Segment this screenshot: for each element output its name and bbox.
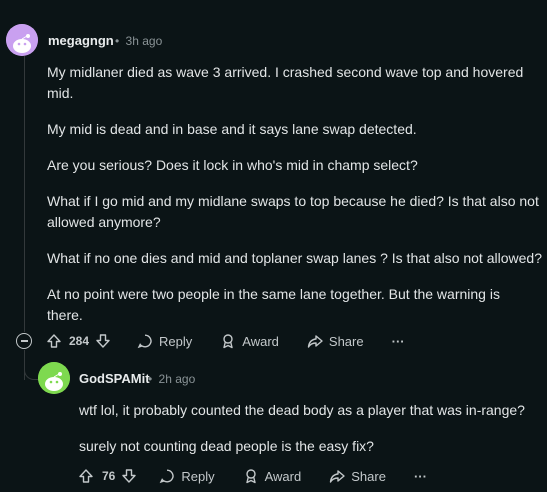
time-ago: 3h ago [125,34,163,48]
comment-author[interactable]: GodSPAMit [79,371,150,386]
comment-timestamp: • 3h ago [115,34,162,48]
comment-paragraph: wtf lol, it probably counted the dead bo… [79,402,525,418]
award-button[interactable]: Award [220,333,279,349]
vote-count: 76 [102,469,116,483]
more-options-button[interactable]: ··· [414,469,427,484]
more-icon: ··· [413,468,427,484]
downvote-button[interactable] [95,333,111,349]
comment-bubble-icon [137,334,152,349]
collapse-thread-button[interactable] [16,333,32,349]
time-ago: 2h ago [158,372,196,386]
reply-label: Reply [181,468,215,484]
thread-branch [24,352,38,380]
avatar[interactable] [6,24,38,56]
comment-bubble-icon [160,469,174,484]
share-arrow-icon [330,470,345,483]
share-label: Share [351,468,386,484]
comment-paragraph: What if no one dies and mid and toplaner… [47,250,542,266]
comment-paragraph: My mid is dead and in base and it says l… [47,121,417,137]
share-button[interactable]: Share [329,468,386,484]
snoo-avatar-icon [6,24,38,56]
separator-dot: • [115,34,120,48]
more-options-button[interactable]: ··· [392,334,405,349]
share-arrow-icon [307,335,323,348]
reply-label: Reply [159,333,193,349]
comment-paragraph: Are you serious? Does it lock in who's m… [47,157,418,173]
comment-body: wtf lol, it probably counted the dead bo… [79,400,544,457]
upvote-icon [79,469,93,483]
upvote-icon [47,334,61,348]
upvote-button[interactable] [46,333,62,349]
avatar[interactable] [38,362,70,394]
downvote-icon [122,469,137,483]
share-label: Share [328,333,364,349]
minus-icon [20,340,28,342]
comment-body: My midlaner died as wave 3 arrived. I cr… [47,62,544,326]
comment-timestamp: • 2h ago [148,372,195,386]
snoo-avatar-icon [38,362,70,394]
downvote-icon [96,334,110,348]
comment-paragraph: At no point were two people in the same … [47,286,500,323]
reply-button[interactable]: Reply [159,468,215,484]
downvote-button[interactable] [121,468,137,484]
comment-paragraph: surely not counting dead people is the e… [79,438,374,454]
separator-dot: • [148,372,153,386]
reply-button[interactable]: Reply [137,333,192,349]
comment-actions: 76 Reply Award Share ··· [78,466,427,486]
more-icon: ··· [391,333,405,349]
comment-paragraph: My midlaner died as wave 3 arrived. I cr… [47,64,524,101]
vote-count: 284 [69,334,90,348]
upvote-button[interactable] [78,468,94,484]
comment-actions: 284 Reply Award Share ··· [46,331,405,351]
comment-paragraph: What if I go mid and my midlane swaps to… [47,193,539,230]
thread-line-main [24,56,25,332]
award-icon [245,469,256,484]
award-button[interactable]: Award [243,468,302,484]
comment-author[interactable]: megagngn [48,33,114,48]
share-button[interactable]: Share [307,333,364,349]
award-icon [223,334,233,349]
award-label: Award [264,468,302,484]
award-label: Award [242,333,279,349]
